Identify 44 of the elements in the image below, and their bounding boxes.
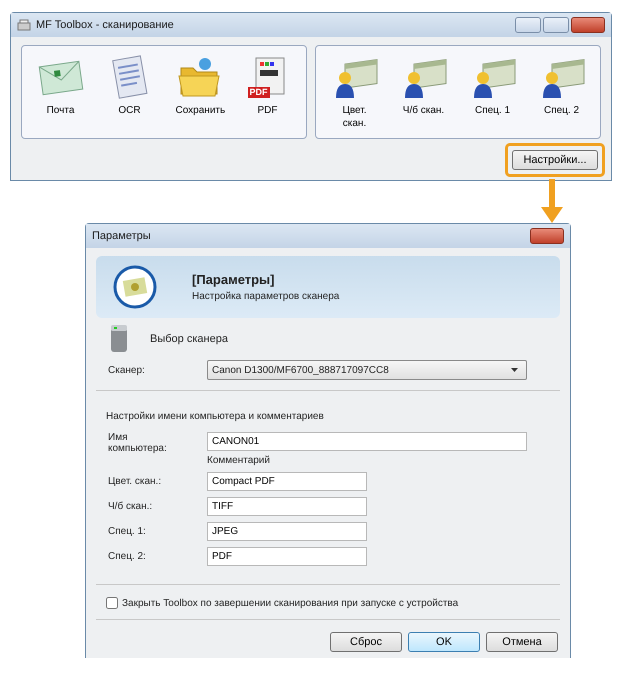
header-title: [Параметры] xyxy=(192,272,276,287)
comment-field[interactable]: TIFF xyxy=(207,497,367,516)
field-label: Спец. 1: xyxy=(108,526,147,537)
scan-button[interactable]: Ч/б скан. xyxy=(390,54,458,134)
scanner-settings-icon xyxy=(112,264,158,310)
header-subtitle: Настройка параметров сканера xyxy=(192,291,340,302)
dialog-button[interactable]: Отмена xyxy=(486,632,558,652)
close-button[interactable] xyxy=(530,228,564,244)
settings-button[interactable]: Настройки... xyxy=(512,150,598,170)
pdf-badge: PDF xyxy=(248,87,270,98)
down-arrow xyxy=(541,179,563,225)
field-label: Ч/б скан.: xyxy=(108,501,154,512)
close-button[interactable] xyxy=(571,17,605,33)
checkbox-label: Закрыть Toolbox по завершении сканирования при запуске с устройства xyxy=(122,598,458,608)
window-title: Параметры xyxy=(92,230,151,242)
scan-button[interactable]: Спец. 2 xyxy=(528,54,596,134)
scan-button[interactable]: Спец. 1 xyxy=(458,54,526,134)
section-heading: Настройки имени компьютера и комментариев xyxy=(105,411,325,422)
comment-field[interactable]: JPEG xyxy=(207,522,367,541)
scan-button[interactable]: Цвет. скан. xyxy=(320,54,388,134)
column-heading: Комментарий xyxy=(207,455,271,466)
maximize-button[interactable] xyxy=(543,17,569,33)
field-label: Сканер: xyxy=(108,364,146,376)
computer-name-field[interactable]: CANON01 xyxy=(207,432,527,451)
field-label: Имя компьютера: xyxy=(108,432,168,454)
section-label: Выбор сканера xyxy=(150,333,228,345)
comment-field[interactable]: PDF xyxy=(207,547,367,566)
scan-button[interactable]: Почта xyxy=(26,54,94,134)
dialog-button[interactable]: OK xyxy=(408,632,480,652)
scan-button[interactable]: Сохранить xyxy=(164,54,232,134)
dialog-button[interactable]: Сброс xyxy=(330,632,402,652)
field-label: Спец. 2: xyxy=(108,551,147,562)
comment-field[interactable]: Compact PDF xyxy=(207,472,367,491)
scan-button[interactable]: PDF PDF xyxy=(234,54,302,134)
checkbox[interactable] xyxy=(106,597,118,609)
scan-button[interactable]: OCR xyxy=(96,54,164,134)
window-title: MF Toolbox - сканирование xyxy=(36,19,174,31)
dropdown-value: Canon D1300/MF6700_888717097CC8 xyxy=(212,364,389,376)
printer-icon xyxy=(108,324,130,354)
dropdown-arrow-icon xyxy=(511,368,518,372)
scanner-dropdown[interactable]: Canon D1300/MF6700_888717097CC8 xyxy=(207,360,527,380)
minimize-button[interactable] xyxy=(515,17,541,33)
scanner-icon xyxy=(17,19,31,31)
field-label: Цвет. скан.: xyxy=(108,476,162,487)
